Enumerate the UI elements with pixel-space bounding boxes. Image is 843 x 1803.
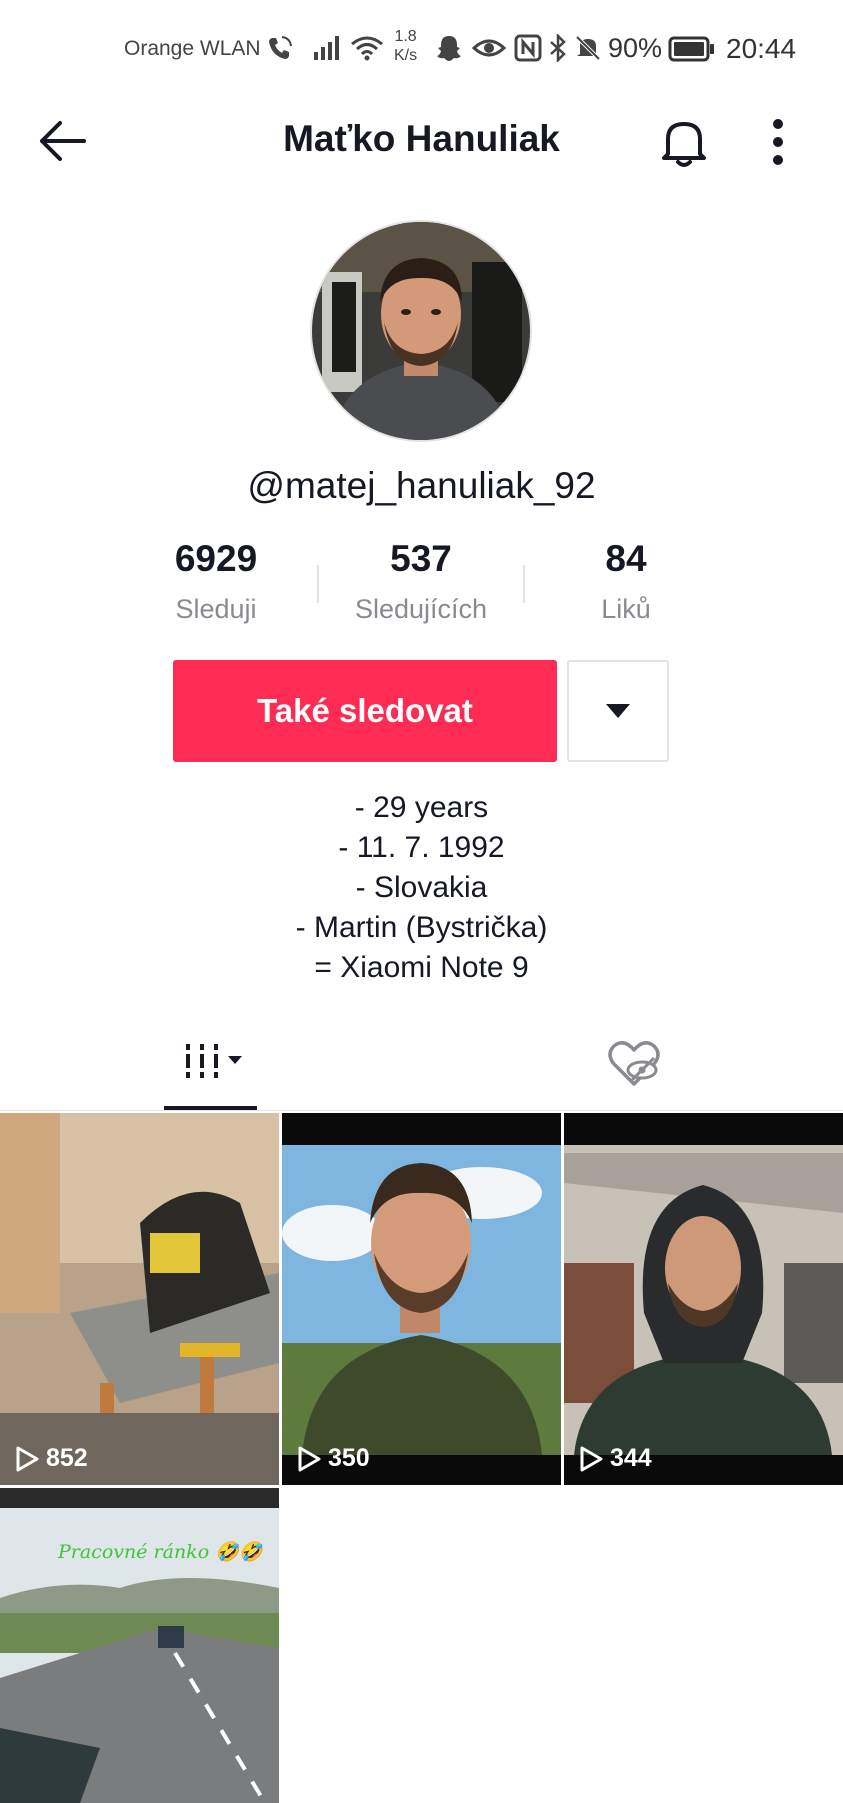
page-title: Maťko Hanuliak	[283, 118, 560, 159]
bio-line: - Martin (Bystrička)	[295, 911, 548, 944]
eye-icon	[472, 39, 506, 57]
play-count: 852	[14, 1444, 88, 1473]
stat-value: 84	[605, 538, 647, 579]
play-count-value: 350	[328, 1444, 370, 1472]
play-icon	[298, 1446, 321, 1471]
nfc-icon	[514, 34, 542, 62]
bio-line: - 29 years	[354, 791, 489, 824]
tab-liked-videos[interactable]	[604, 1030, 664, 1112]
notifications-button[interactable]	[656, 114, 712, 170]
bio-line: - Slovakia	[355, 871, 488, 904]
stat-label: Sledujících	[354, 594, 488, 624]
video-thumbnail-image	[0, 1488, 279, 1803]
avatar[interactable]	[310, 220, 532, 442]
battery-icon	[668, 36, 714, 62]
video-caption-overlay: Pracovné ránko 🤣🤣	[58, 1541, 263, 1563]
clock: 20:44	[726, 33, 797, 64]
bell-icon	[662, 122, 706, 167]
signal-icon	[314, 36, 339, 60]
video-thumbnail-image	[564, 1113, 843, 1485]
stat-likes[interactable]: 84 Liků	[526, 538, 726, 625]
tab-separator	[0, 1110, 843, 1111]
tab-videos[interactable]	[164, 1030, 257, 1112]
net-speed: 1.8 K/s	[394, 27, 417, 65]
follow-back-button[interactable]: Také sledovat	[173, 660, 557, 762]
mute-icon	[575, 35, 601, 61]
stat-value: 6929	[174, 538, 258, 579]
stat-divider	[523, 565, 525, 603]
play-count: 350	[296, 1444, 370, 1473]
snapchat-icon	[437, 36, 461, 61]
bluetooth-icon	[550, 34, 566, 62]
play-count-value: 344	[610, 1444, 652, 1472]
carrier-label: Orange WLAN	[124, 37, 261, 60]
stat-following[interactable]: 6929 Sleduji	[116, 538, 316, 625]
suggested-accounts-button[interactable]	[567, 660, 669, 762]
status-bar: Orange WLAN 1.8 K/s 90% 20:44	[0, 0, 843, 100]
stat-divider	[317, 565, 319, 603]
more-vertical-icon	[773, 119, 783, 165]
bio-line: - 11. 7. 1992	[338, 831, 505, 864]
profile-bio: - 29 years - 11. 7. 1992 - Slovakia - Ma…	[0, 788, 843, 988]
hidden-heart-icon	[608, 1041, 660, 1086]
video-thumbnail-image	[0, 1113, 279, 1485]
net-speed-value: 1.8	[394, 28, 417, 45]
video-thumbnail[interactable]: 852	[0, 1113, 279, 1485]
username-handle: @matej_hanuliak_92	[247, 465, 596, 506]
play-icon	[580, 1446, 603, 1471]
net-speed-unit: K/s	[394, 47, 418, 64]
play-count: 344	[578, 1444, 652, 1473]
bio-line: = Xiaomi Note 9	[314, 951, 529, 984]
stat-label: Sleduji	[175, 594, 257, 624]
avatar-photo	[312, 222, 530, 440]
play-count-value: 852	[46, 1444, 88, 1472]
stat-label: Liků	[601, 594, 651, 624]
profile-header: Maťko Hanuliak	[0, 100, 843, 182]
video-thumbnail[interactable]: 350	[282, 1113, 561, 1485]
video-thumbnail[interactable]: 344	[564, 1113, 843, 1485]
wifi-calling-icon	[269, 36, 292, 59]
stat-value: 537	[390, 538, 452, 579]
caret-down-icon	[606, 704, 630, 718]
video-thumbnail[interactable]: Pracovné ránko 🤣🤣	[0, 1488, 279, 1803]
video-thumbnail-image	[282, 1113, 561, 1485]
stat-followers[interactable]: 537 Sledujících	[321, 538, 521, 625]
videos-grid-icon	[186, 1044, 242, 1078]
wifi-icon	[351, 36, 383, 61]
play-icon	[16, 1446, 39, 1471]
battery-percent: 90%	[608, 33, 663, 63]
more-options-button[interactable]	[762, 114, 794, 170]
